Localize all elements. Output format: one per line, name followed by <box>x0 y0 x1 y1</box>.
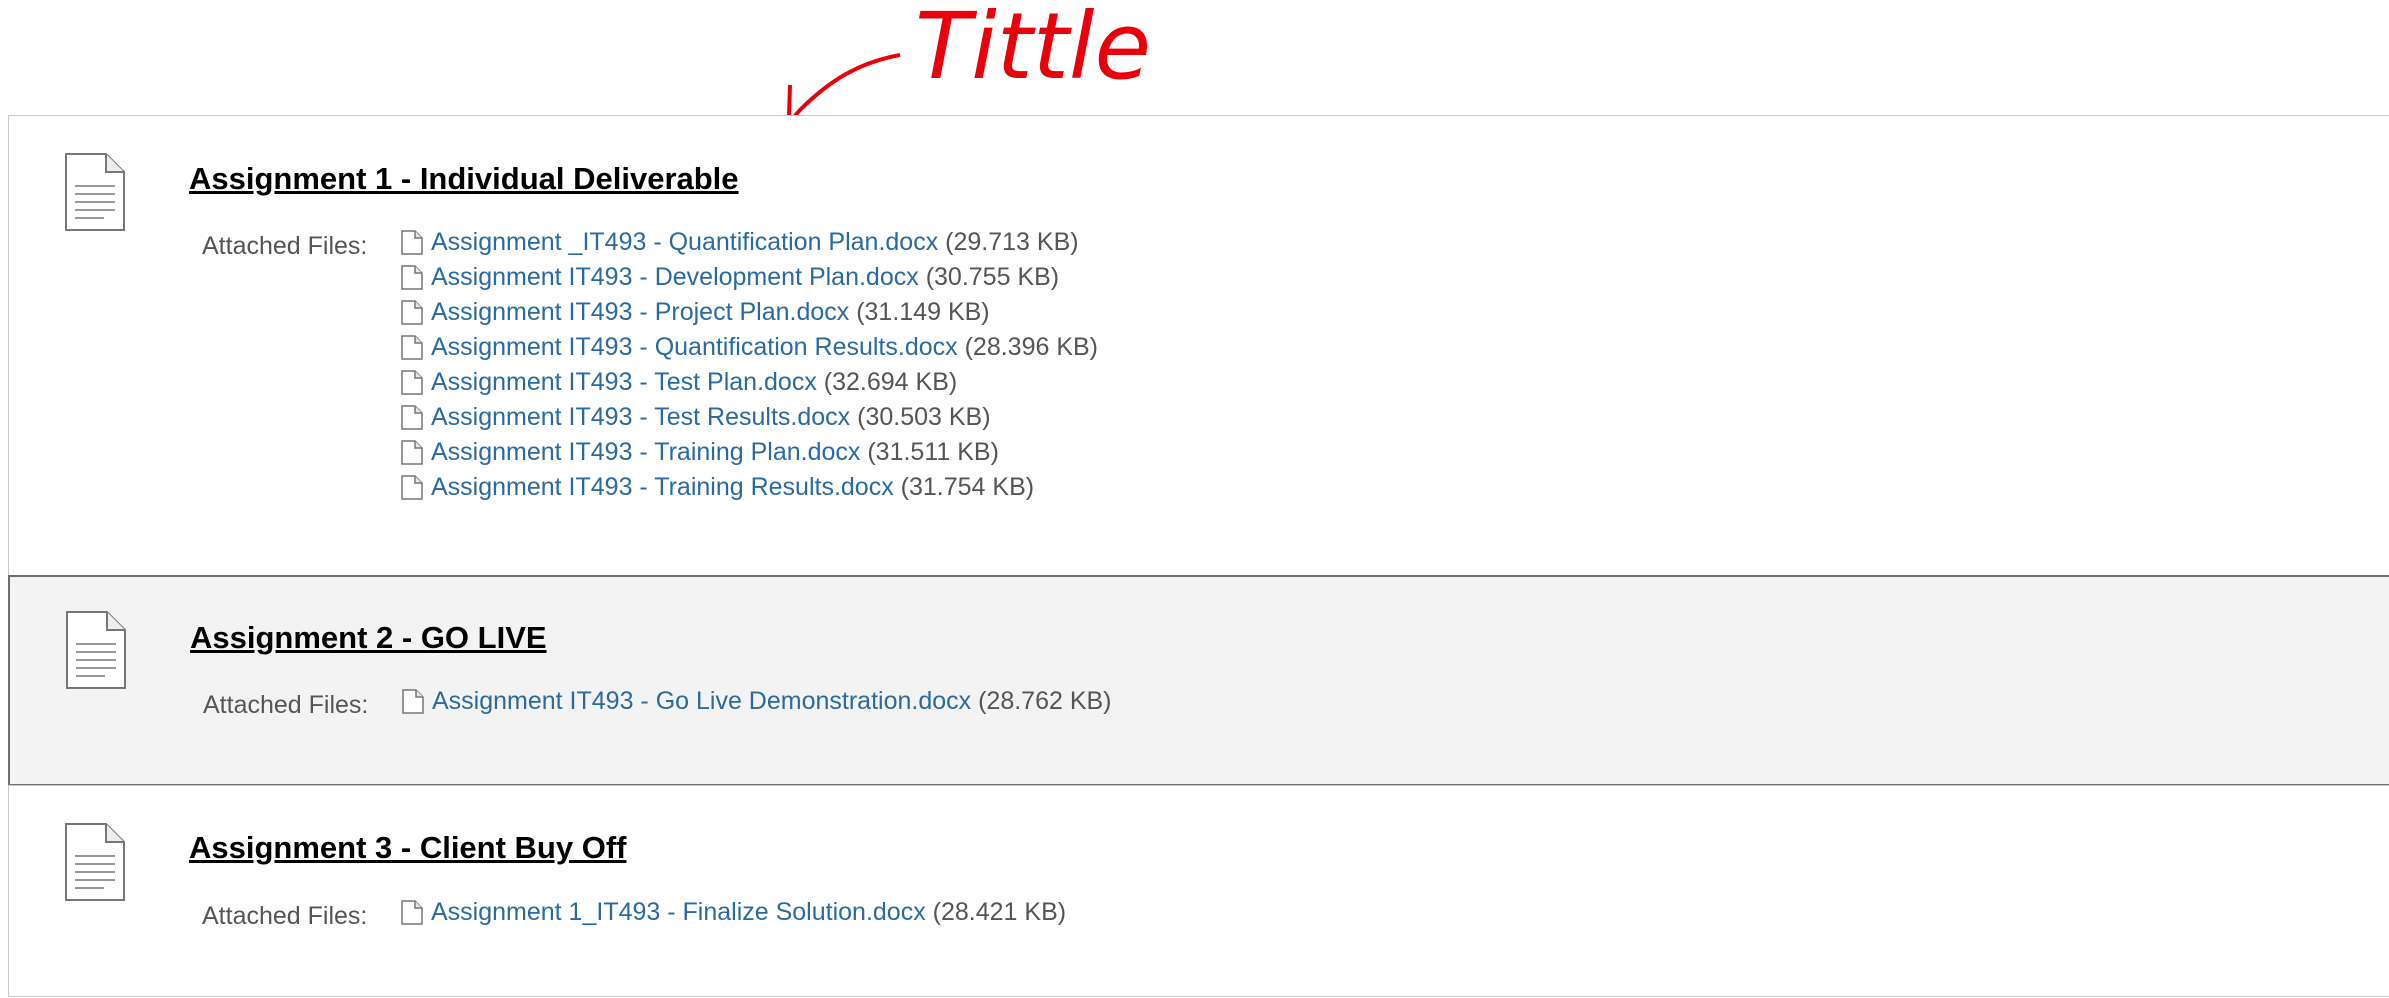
file-item: Assignment IT493 - Training Plan.docx (3… <box>401 435 1098 470</box>
attached-files-label: Attached Files: <box>202 902 368 930</box>
file-link[interactable]: Assignment IT493 - Training Results.docx <box>431 473 894 501</box>
assignment-list: Assignment 1 - Individual Deliverable At… <box>8 115 2389 997</box>
file-item: Assignment _IT493 - Quantification Plan.… <box>401 225 1098 260</box>
file-size: (31.149 KB) <box>856 298 990 326</box>
file-item: Assignment 1_IT493 - Finalize Solution.d… <box>401 895 1066 930</box>
title-annotation: Tittle <box>915 0 1151 100</box>
file-icon <box>401 300 423 325</box>
assignment-title[interactable]: Assignment 3 - Client Buy Off <box>189 830 626 866</box>
file-icon <box>401 335 423 360</box>
attached-files-label: Attached Files: <box>203 691 369 719</box>
file-link[interactable]: Assignment 1_IT493 - Finalize Solution.d… <box>431 898 926 926</box>
file-link[interactable]: Assignment _IT493 - Quantification Plan.… <box>431 228 938 256</box>
file-size: (29.713 KB) <box>945 228 1079 256</box>
file-link[interactable]: Assignment IT493 - Test Plan.docx <box>431 368 817 396</box>
file-size: (31.511 KB) <box>867 438 999 466</box>
file-item: Assignment IT493 - Project Plan.docx (31… <box>401 295 1098 330</box>
attached-files-list: Assignment 1_IT493 - Finalize Solution.d… <box>401 895 1066 930</box>
file-item: Assignment IT493 - Training Results.docx… <box>401 470 1098 505</box>
assignment-title[interactable]: Assignment 2 - GO LIVE <box>190 620 547 656</box>
file-item: Assignment IT493 - Quantification Result… <box>401 330 1098 365</box>
file-link[interactable]: Assignment IT493 - Quantification Result… <box>431 333 958 361</box>
assignment-item: Assignment 3 - Client Buy Off Attached F… <box>8 785 2389 997</box>
file-size: (28.762 KB) <box>978 687 1112 715</box>
file-item: Assignment IT493 - Development Plan.docx… <box>401 260 1098 295</box>
assignment-title[interactable]: Assignment 1 - Individual Deliverable <box>189 161 739 197</box>
file-link[interactable]: Assignment IT493 - Project Plan.docx <box>431 298 849 326</box>
file-size: (30.503 KB) <box>857 403 991 431</box>
assignment-item-selected: Assignment 2 - GO LIVE Attached Files: A… <box>8 575 2389 786</box>
attached-files-label: Attached Files: <box>202 232 368 260</box>
file-link[interactable]: Assignment IT493 - Test Results.docx <box>431 403 850 431</box>
file-icon <box>401 900 423 925</box>
file-link[interactable]: Assignment IT493 - Go Live Demonstration… <box>432 687 971 715</box>
assignment-item: Assignment 1 - Individual Deliverable At… <box>8 115 2389 576</box>
attached-files-list: Assignment IT493 - Go Live Demonstration… <box>402 684 1112 719</box>
file-icon <box>401 475 423 500</box>
file-size: (28.396 KB) <box>964 333 1099 361</box>
file-item: Assignment IT493 - Go Live Demonstration… <box>402 684 1112 719</box>
file-icon <box>401 265 423 290</box>
file-icon <box>402 689 424 714</box>
file-item: Assignment IT493 - Test Plan.docx (32.69… <box>401 365 1098 400</box>
attached-files-list: Assignment _IT493 - Quantification Plan.… <box>401 225 1098 505</box>
file-link[interactable]: Assignment IT493 - Development Plan.docx <box>431 263 919 291</box>
file-link[interactable]: Assignment IT493 - Training Plan.docx <box>431 438 860 466</box>
file-icon <box>401 440 423 465</box>
file-icon <box>401 370 423 395</box>
document-icon <box>65 823 125 901</box>
document-icon <box>65 153 125 231</box>
file-size: (31.754 KB) <box>900 473 1035 501</box>
file-size: (28.421 KB) <box>932 898 1067 926</box>
file-icon <box>401 405 423 430</box>
file-item: Assignment IT493 - Test Results.docx (30… <box>401 400 1098 435</box>
document-icon <box>66 611 126 689</box>
file-size: (32.694 KB) <box>823 368 958 396</box>
file-icon <box>401 230 423 255</box>
file-size: (30.755 KB) <box>925 263 1060 291</box>
